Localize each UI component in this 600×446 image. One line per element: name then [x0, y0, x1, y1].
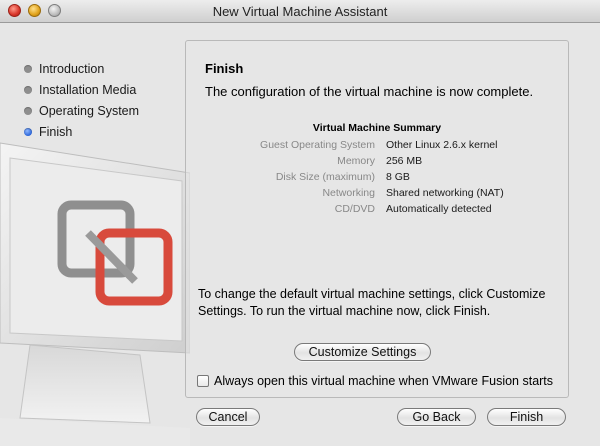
summary-row: CD/DVD Automatically detected [186, 203, 568, 219]
summary-table: Guest Operating System Other Linux 2.6.x… [186, 139, 568, 219]
step-bullet-icon [24, 65, 32, 73]
assistant-window: New Virtual Machine Assistant Introducti… [0, 0, 600, 446]
finish-panel: Finish The configuration of the virtual … [185, 40, 569, 398]
step-label: Finish [39, 125, 73, 139]
step-operating-system: Operating System [24, 104, 139, 125]
summary-title: Virtual Machine Summary [312, 122, 442, 134]
customize-settings-button[interactable]: Customize Settings [294, 343, 431, 361]
cancel-button[interactable]: Cancel [196, 408, 260, 426]
current-step-bullet-icon [24, 128, 32, 136]
page-title: Finish [205, 61, 244, 76]
steps-list: Introduction Installation Media Operatin… [24, 62, 139, 146]
step-finish: Finish [24, 125, 139, 146]
summary-row: Guest Operating System Other Linux 2.6.x… [186, 139, 568, 155]
step-installation-media: Installation Media [24, 83, 139, 104]
always-open-checkbox[interactable] [197, 375, 209, 387]
summary-value: Other Linux 2.6.x kernel [386, 139, 498, 151]
summary-key: Memory [337, 155, 375, 167]
customize-instructions: To change the default virtual machine se… [198, 287, 546, 318]
step-label: Operating System [39, 104, 140, 118]
window-title: New Virtual Machine Assistant [212, 4, 388, 19]
title-bar: New Virtual Machine Assistant [0, 0, 600, 23]
step-label: Installation Media [39, 83, 137, 97]
summary-value: Automatically detected [386, 203, 492, 215]
finish-button[interactable]: Finish [487, 408, 566, 426]
summary-row: Networking Shared networking (NAT) [186, 187, 568, 203]
summary-value: Shared networking (NAT) [386, 187, 504, 199]
summary-value: 8 GB [386, 171, 410, 183]
completion-message: The configuration of the virtual machine… [205, 84, 534, 99]
summary-key: Guest Operating System [260, 139, 375, 151]
summary-key: Networking [322, 187, 375, 199]
summary-key: Disk Size (maximum) [275, 171, 375, 183]
step-introduction: Introduction [24, 62, 139, 83]
step-bullet-icon [24, 107, 32, 115]
step-label: Introduction [39, 62, 105, 76]
summary-row: Memory 256 MB [186, 155, 568, 171]
always-open-label[interactable]: Always open this virtual machine when VM… [214, 374, 553, 388]
summary-value: 256 MB [386, 155, 423, 167]
summary-row: Disk Size (maximum) 8 GB [186, 171, 568, 187]
go-back-button[interactable]: Go Back [397, 408, 476, 426]
step-bullet-icon [24, 86, 32, 94]
summary-key: CD/DVD [334, 203, 375, 215]
